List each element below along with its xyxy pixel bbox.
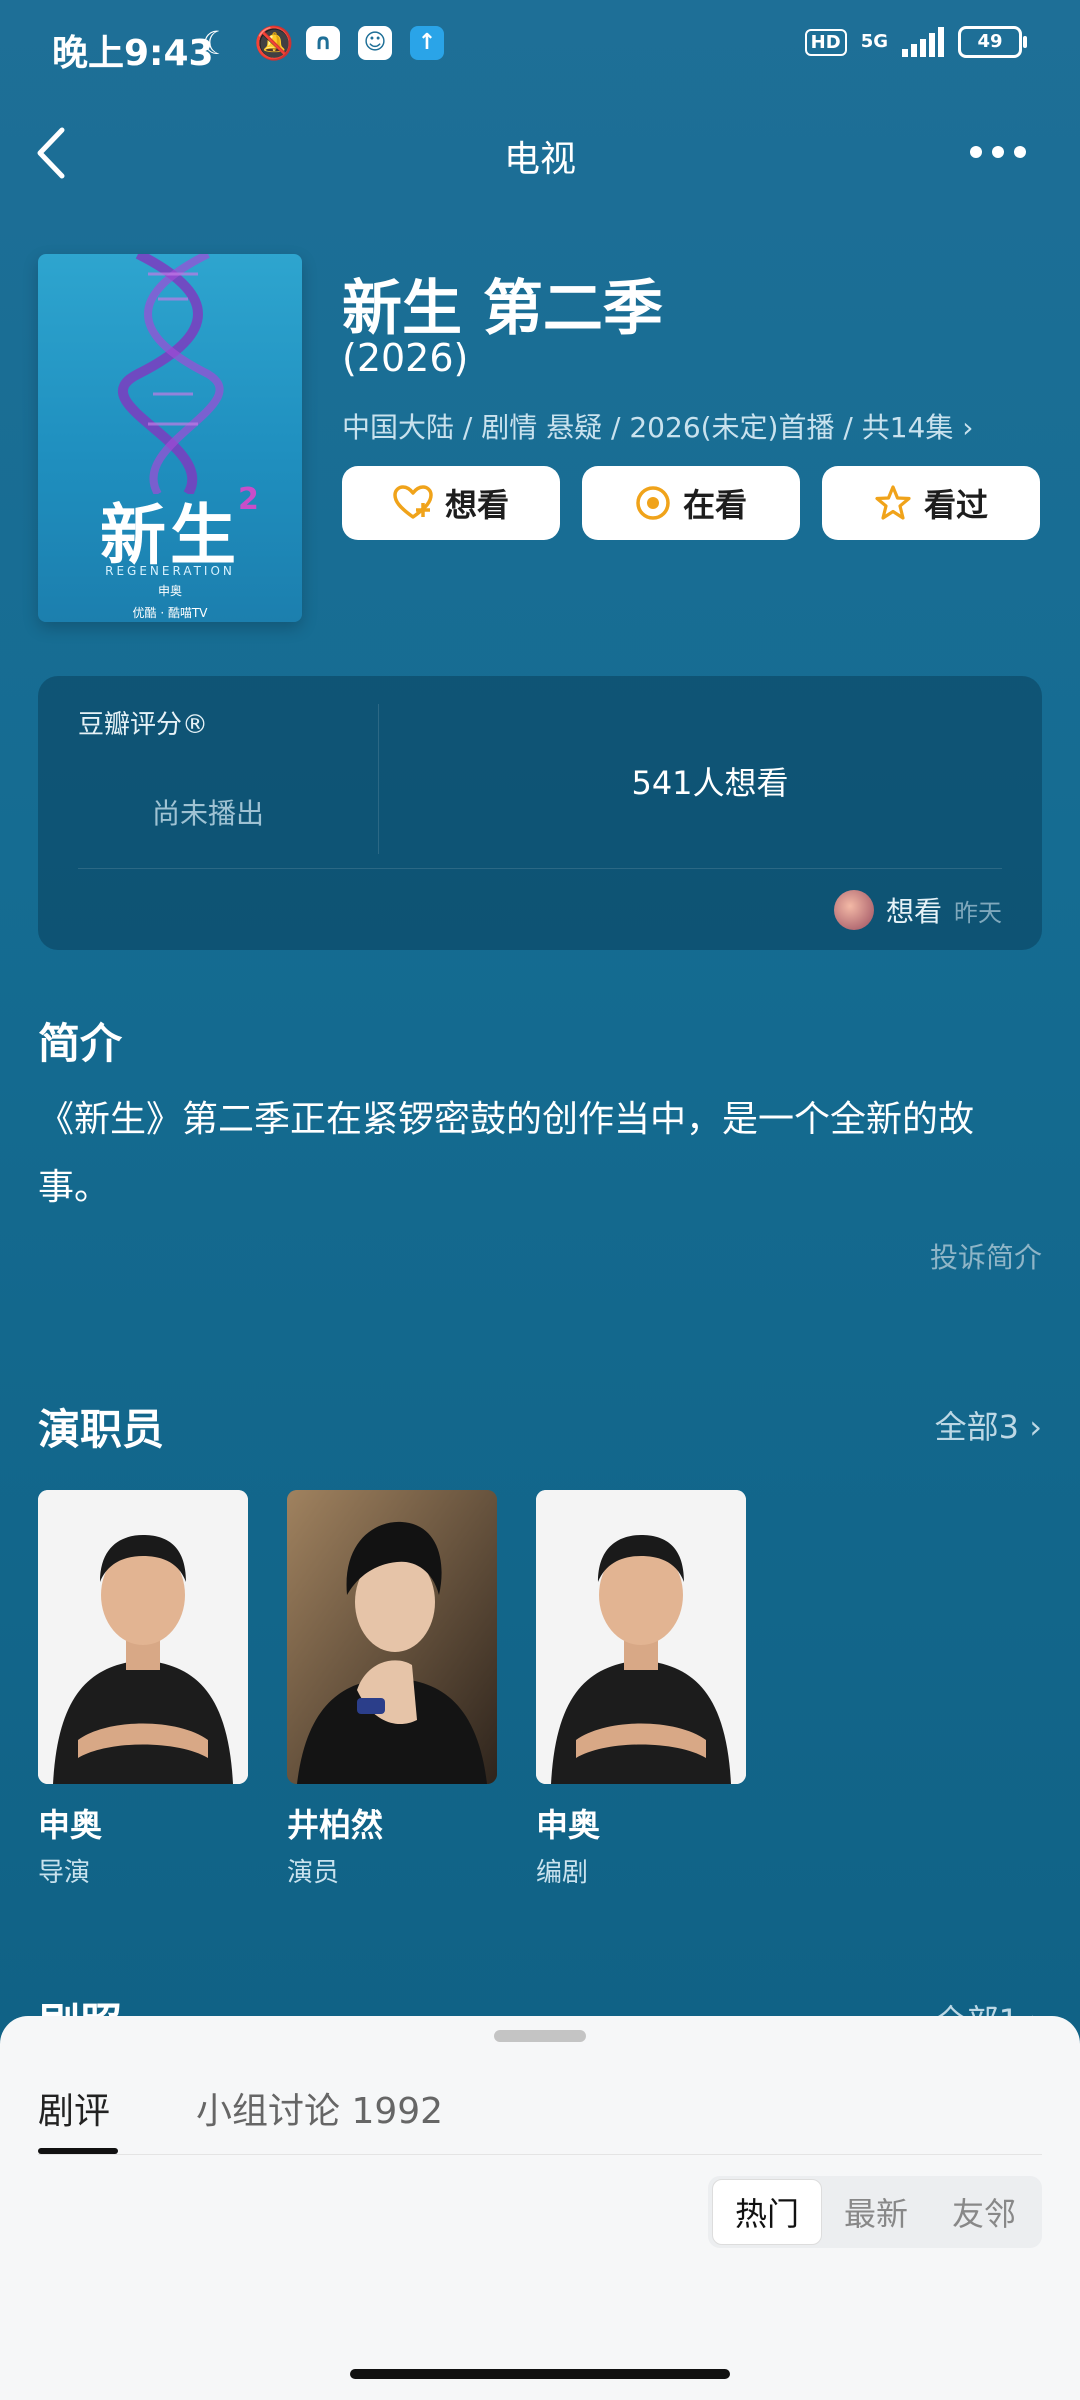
cast-photo [536,1490,746,1784]
mute-bell-icon: 🔕 [254,24,294,62]
status-bar: 晚上9:43 ☾ 🔕 ∩ ☺ ↑ HD 5G 49 [0,0,1080,92]
cast-name: 井柏然 [287,1806,384,1844]
sort-friends[interactable]: 友邻 [930,2180,1038,2244]
poster-season-mark: 2 [238,482,259,517]
poster-credit: 申奥 [157,584,182,598]
target-icon [636,486,670,520]
heart-plus-icon [393,485,433,519]
douban-rating-label: 豆瓣评分® [78,710,209,740]
person-portrait-icon [287,1490,497,1784]
cast-all-link[interactable]: 全部3 › [935,1402,1042,1448]
cast-role: 导演 [38,1858,91,1888]
want-to-watch-button[interactable]: 想看 [342,466,560,540]
star-icon [875,485,911,520]
cast-photo [38,1490,248,1784]
show-poster[interactable]: 新生 2 REGENERATION 申奥 优酷 · 酷喵TV [38,254,302,622]
report-intro-link[interactable]: 投诉简介 [930,1236,1042,1276]
watching-label: 在看 [682,486,747,524]
battery-level: 49 [977,31,1003,52]
sort-segmented-control: 热门 最新 友邻 [707,2176,1042,2248]
chevron-left-icon [37,127,65,179]
status-system-icons: HD 5G 49 [804,26,1027,58]
sort-hot[interactable]: 热门 [711,2179,822,2245]
hd-icon: HD [804,28,847,56]
upload-icon: ↑ [410,26,444,60]
avatar [833,890,874,930]
signal-bars-icon [902,27,944,57]
more-dots-icon [970,146,1026,158]
rating-card[interactable]: 豆瓣评分® 尚未播出 541人想看 想看 昨天 [38,676,1042,950]
battery-icon: 49 [958,26,1027,58]
sort-latest[interactable]: 最新 [822,2180,930,2244]
back-button[interactable] [30,118,74,188]
more-button[interactable] [968,132,1028,178]
rating-divider-horizontal [78,868,1002,869]
reviews-bottom-sheet[interactable]: 剧评 小组讨论 1992 热门 最新 友邻 [0,2016,1080,2400]
want-to-watch-label: 想看 [444,486,509,524]
bot-notification-icon: ☺ [358,26,392,60]
show-title: 新生 第二季 [342,274,663,344]
watched-button[interactable]: 看过 [822,466,1040,540]
tab-divider [38,2154,1042,2155]
cast-card[interactable]: 井柏然 演员 [287,1490,497,1889]
page-title: 电视 [503,139,576,180]
watching-button[interactable]: 在看 [582,466,800,540]
intro-text: 《新生》第二季正在紧锣密鼓的创作当中，是一个全新的故事。 [38,1099,975,1208]
status-time: 晚上9:43 [52,33,214,74]
cast-role: 编剧 [536,1858,589,1888]
moon-icon: ☾ [202,24,231,62]
status-notification-icons: ☾ 🔕 ∩ ☺ ↑ [202,26,444,60]
cast-name: 申奥 [536,1806,601,1844]
intro-heading: 简介 [38,1019,123,1068]
cast-card[interactable]: 申奥 编剧 [536,1490,746,1889]
person-portrait-icon [536,1490,746,1784]
poster-subtitle: REGENERATION [105,564,235,578]
show-meta[interactable]: 中国大陆 / 剧情 悬疑 / 2026(未定)首播 / 共14集 › [342,406,973,446]
rating-not-aired: 尚未播出 [151,797,264,830]
cast-role: 演员 [287,1858,340,1888]
sheet-drag-handle[interactable] [494,2030,586,2042]
home-indicator[interactable] [350,2369,730,2379]
cast-name: 申奥 [38,1806,103,1844]
app-notification-icon: ∩ [306,26,340,60]
show-year: (2026) [342,336,469,380]
cast-photo [287,1490,497,1784]
tab-reviews[interactable]: 剧评 [38,2082,110,2134]
cast-card[interactable]: 申奥 导演 [38,1490,248,1889]
cast-heading: 演职员 [38,1405,165,1454]
friend-activity[interactable]: 想看 昨天 [833,890,1002,930]
wish-count: 541人想看 [631,764,789,802]
poster-platforms: 优酷 · 酷喵TV [132,606,208,620]
dna-helix-graphic [117,254,224,494]
friend-action: 想看 [885,895,942,928]
tab-group-discussion[interactable]: 小组讨论 1992 [196,2082,443,2134]
person-portrait-icon [38,1490,248,1784]
friend-time: 昨天 [954,898,1002,927]
watched-label: 看过 [923,486,988,524]
network-type: 5G [860,31,888,52]
